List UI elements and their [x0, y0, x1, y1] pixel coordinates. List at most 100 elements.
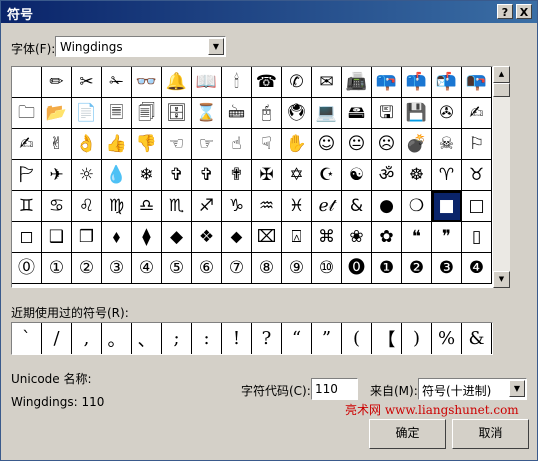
symbol-cell[interactable]: ⌘ [312, 222, 342, 253]
recent-symbol-cell[interactable]: / [42, 323, 72, 354]
symbol-cell[interactable]: 👎 [132, 129, 162, 160]
recent-symbol-cell[interactable]: “ [282, 323, 312, 354]
symbol-cell[interactable]: ⑧ [252, 253, 282, 284]
symbol-cell[interactable]: ☪ [312, 160, 342, 191]
symbol-cell[interactable]: 📄 [72, 98, 102, 129]
symbol-cell[interactable]: ❖ [192, 222, 222, 253]
symbol-cell[interactable]: ⚐ [462, 129, 492, 160]
symbol-cell[interactable]: ✡ [282, 160, 312, 191]
symbol-cell[interactable]: ◆ [162, 222, 192, 253]
symbol-cell[interactable]: ✞ [162, 160, 192, 191]
symbol-cell[interactable]: 📪 [372, 67, 402, 98]
recent-symbol-cell[interactable]: , [72, 323, 102, 354]
symbol-cell[interactable]: ♓ [282, 191, 312, 222]
symbol-cell[interactable]: ❝ [402, 222, 432, 253]
recent-symbol-cell[interactable]: % [432, 323, 462, 354]
symbol-cell[interactable]: ✿ [372, 222, 402, 253]
symbol-cell[interactable]: 🗏 [102, 98, 132, 129]
symbol-cell[interactable]: ② [72, 253, 102, 284]
scroll-thumb[interactable] [493, 83, 510, 97]
recent-symbol-cell[interactable]: & [462, 323, 492, 354]
symbol-scrollbar[interactable]: ▲ ▼ [493, 66, 510, 288]
symbol-cell[interactable]: ❷ [402, 253, 432, 284]
symbol-cell[interactable]: ⑤ [162, 253, 192, 284]
symbol-cell[interactable]: ☝ [222, 129, 252, 160]
recent-symbol-cell[interactable]: 【 [372, 323, 402, 354]
symbol-cell[interactable]: 🔔 [162, 67, 192, 98]
symbol-cell[interactable]: ④ [132, 253, 162, 284]
symbol-cell[interactable]: ◻ [12, 222, 42, 253]
symbol-cell[interactable]: ⓿ [342, 253, 372, 284]
symbol-cell[interactable]: 📭 [462, 67, 492, 98]
symbol-cell[interactable]: ✆ [282, 67, 312, 98]
symbol-cell[interactable]: ❶ [372, 253, 402, 284]
symbol-cell[interactable]: 👓 [132, 67, 162, 98]
symbol-cell[interactable]: ① [42, 253, 72, 284]
recent-symbol-cell[interactable]: ? [252, 323, 282, 354]
symbol-cell[interactable]: 👌 [72, 129, 102, 160]
recent-symbol-cell[interactable]: : [192, 323, 222, 354]
recent-symbol-cell[interactable]: ; [162, 323, 192, 354]
symbol-cell[interactable]: ☞ [192, 129, 222, 160]
symbol-cell[interactable]: ❞ [432, 222, 462, 253]
symbol-cell[interactable]: ☠ [432, 129, 462, 160]
symbol-cell[interactable]: ℯ𝓉 [312, 191, 342, 222]
symbol-cell[interactable]: 💣 [402, 129, 432, 160]
scroll-down-icon[interactable]: ▼ [493, 271, 510, 288]
symbol-cell[interactable]: 🖲 [282, 98, 312, 129]
symbol-cell[interactable]: ❀ [342, 222, 372, 253]
symbol-cell[interactable]: ✟ [222, 160, 252, 191]
font-select[interactable]: Wingdings ▼ [55, 36, 226, 57]
symbol-cell[interactable] [12, 67, 42, 98]
symbol-cell[interactable]: ♍ [102, 191, 132, 222]
symbol-cell[interactable]: ♎ [132, 191, 162, 222]
symbol-cell[interactable]: 😐 [342, 129, 372, 160]
symbol-cell[interactable]: ☺ [312, 129, 342, 160]
recent-symbol-cell[interactable]: ` [12, 323, 42, 354]
help-button[interactable]: ? [497, 4, 513, 19]
char-code-input[interactable]: 110 [311, 378, 358, 400]
symbol-cell[interactable]: ✍ [12, 129, 42, 160]
symbol-cell[interactable]: ⬥ [222, 222, 252, 253]
symbol-cell[interactable]: ③ [102, 253, 132, 284]
recent-symbol-cell[interactable]: ! [222, 323, 252, 354]
symbol-cell[interactable]: ☼ [72, 160, 102, 191]
symbol-cell[interactable]: ✁ [102, 67, 132, 98]
symbol-cell[interactable]: 💾 [402, 98, 432, 129]
recent-symbol-cell[interactable]: 、 [132, 323, 162, 354]
symbol-cell[interactable]: 💻 [312, 98, 342, 129]
recent-symbol-cell[interactable]: ) [402, 323, 432, 354]
symbol-cell[interactable]: ♊ [12, 191, 42, 222]
symbol-cell[interactable]: 💧 [102, 160, 132, 191]
symbol-cell[interactable]: ⑦ [222, 253, 252, 284]
symbol-cell[interactable]: □ [462, 191, 492, 222]
symbol-cell[interactable]: ♋ [42, 191, 72, 222]
symbol-cell[interactable]: 🏱 [12, 160, 42, 191]
recent-symbol-cell[interactable]: ( [342, 323, 372, 354]
symbol-cell[interactable]: ☹ [372, 129, 402, 160]
symbol-cell[interactable]: ✠ [252, 160, 282, 191]
symbol-cell[interactable]: ● [372, 191, 402, 222]
symbol-cell[interactable]: ⑥ [192, 253, 222, 284]
symbol-cell[interactable]: ☟ [252, 129, 282, 160]
symbol-cell[interactable]: ✌ [42, 129, 72, 160]
ok-button[interactable]: 确定 [369, 419, 446, 449]
symbol-cell[interactable]: ✋ [282, 129, 312, 160]
symbol-cell[interactable]: 🖮 [222, 98, 252, 129]
symbol-cell[interactable]: ⧫ [132, 222, 162, 253]
symbol-cell[interactable]: ⌛ [192, 98, 222, 129]
from-select[interactable]: 符号(十进制) ▼ [418, 378, 527, 400]
close-button[interactable]: X [516, 4, 532, 19]
symbol-cell[interactable]: ♉ [462, 160, 492, 191]
symbol-cell[interactable]: ✉ [312, 67, 342, 98]
symbol-cell[interactable]: ☸ [402, 160, 432, 191]
symbol-cell[interactable]: ⬧ [102, 222, 132, 253]
symbol-cell[interactable]: ✇ [432, 98, 462, 129]
scroll-up-icon[interactable]: ▲ [493, 66, 510, 83]
symbol-cell[interactable]: ⓪ [12, 253, 42, 284]
symbol-cell[interactable]: ♏ [162, 191, 192, 222]
symbol-cell[interactable]: ✈ [42, 160, 72, 191]
symbol-cell[interactable]: ✞ [192, 160, 222, 191]
symbol-cell[interactable]: ☎ [252, 67, 282, 98]
chevron-down-icon[interactable]: ▼ [509, 380, 525, 397]
